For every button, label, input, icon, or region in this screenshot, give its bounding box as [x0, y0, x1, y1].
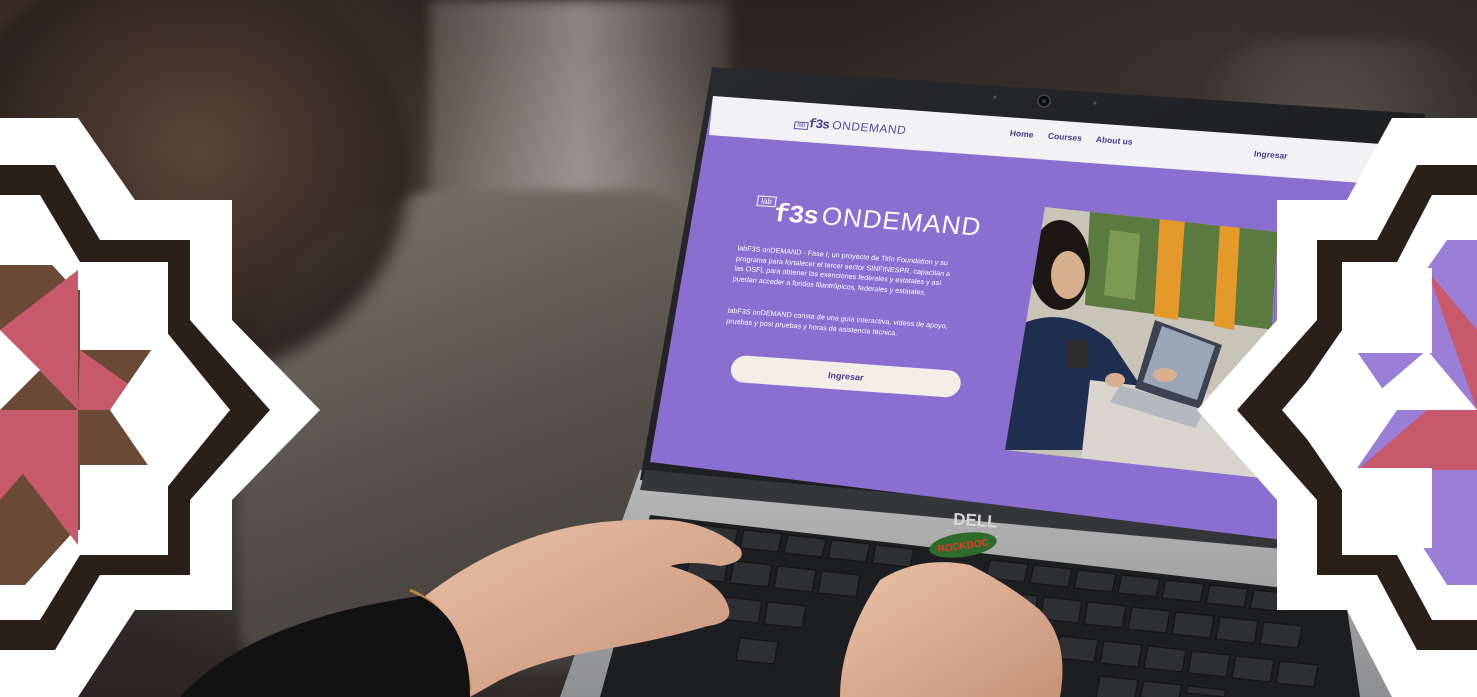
nav-about-us[interactable]: About us [1095, 134, 1133, 146]
hero-logo: labf3sONDEMAND [753, 195, 984, 243]
hero-paragraph-2: labF3S onDEMAND consta de una guía inter… [725, 305, 949, 337]
site-logo[interactable]: lab f3s ONDEMAND [793, 116, 907, 138]
star-ornament-left-icon [0, 118, 320, 697]
site-nav: Home Courses About us [1009, 128, 1133, 146]
nav-home[interactable]: Home [1009, 128, 1034, 139]
star-ornament-right-icon [1197, 118, 1477, 697]
nav-courses[interactable]: Courses [1047, 131, 1082, 143]
ingresar-button[interactable]: Ingresar [728, 354, 963, 399]
hero-paragraph-1: labF3S onDEMAND - Fase I, un proyecto de… [732, 243, 951, 297]
